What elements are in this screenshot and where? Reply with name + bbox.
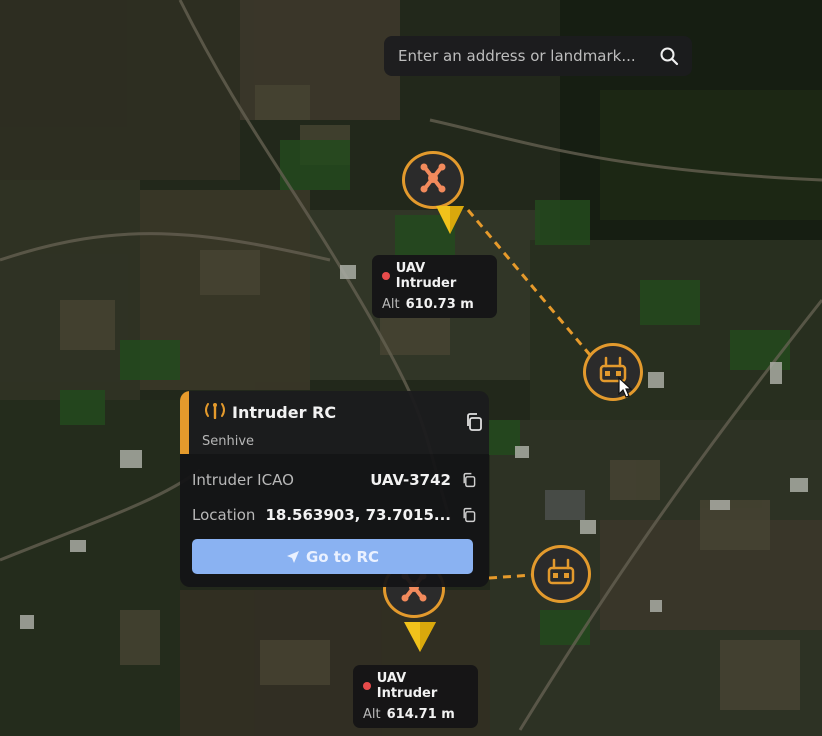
- icao-value: UAV-3742: [370, 471, 451, 489]
- uav-label-name: UAV Intruder: [376, 671, 438, 701]
- altitude-value: 614.71 m: [386, 707, 455, 722]
- location-value: 18.563903, 73.7015...: [265, 506, 451, 524]
- intruder-rc-popup: Intruder RC Senhive Intruder ICAO UAV-37…: [180, 391, 489, 587]
- icao-label: Intruder ICAO: [192, 471, 294, 489]
- go-to-rc-label: Go to RC: [305, 547, 380, 566]
- uav-label: UAV Intruder Alt 614.71 m: [353, 665, 478, 728]
- uav-heading-arrow-icon: [436, 206, 464, 234]
- uav-label: UAV Intruder Alt 610.73 m: [372, 255, 497, 318]
- mouse-cursor-icon: [618, 376, 633, 398]
- drone-icon: [415, 160, 451, 200]
- altitude-label: Alt: [382, 297, 400, 312]
- search-icon[interactable]: [658, 45, 680, 67]
- copy-icon[interactable]: [461, 472, 477, 488]
- navigate-arrow-icon: [286, 550, 300, 564]
- popup-title: Intruder RC: [232, 402, 337, 422]
- alert-dot-icon: [363, 682, 371, 690]
- uav-heading-arrow-icon: [404, 622, 436, 652]
- alert-dot-icon: [382, 272, 390, 280]
- copy-icon[interactable]: [464, 412, 484, 436]
- location-row: Location 18.563903, 73.7015...: [192, 506, 477, 524]
- rc-signal-icon: [202, 401, 228, 423]
- altitude-label: Alt: [363, 707, 381, 722]
- address-search-input[interactable]: [396, 46, 658, 66]
- address-search-bar: [384, 36, 692, 76]
- popup-accent-bar: [180, 391, 189, 454]
- icao-row: Intruder ICAO UAV-3742: [192, 471, 477, 489]
- rc-marker[interactable]: [531, 545, 591, 603]
- popup-subtitle: Senhive: [202, 434, 255, 449]
- location-label: Location: [192, 506, 256, 524]
- go-to-rc-button[interactable]: Go to RC: [192, 539, 473, 574]
- uav-label-name: UAV Intruder: [395, 261, 457, 291]
- uav-rc-link-line: [488, 573, 534, 580]
- copy-icon[interactable]: [461, 507, 477, 523]
- altitude-value: 610.73 m: [405, 297, 474, 312]
- remote-controller-icon: [545, 556, 577, 592]
